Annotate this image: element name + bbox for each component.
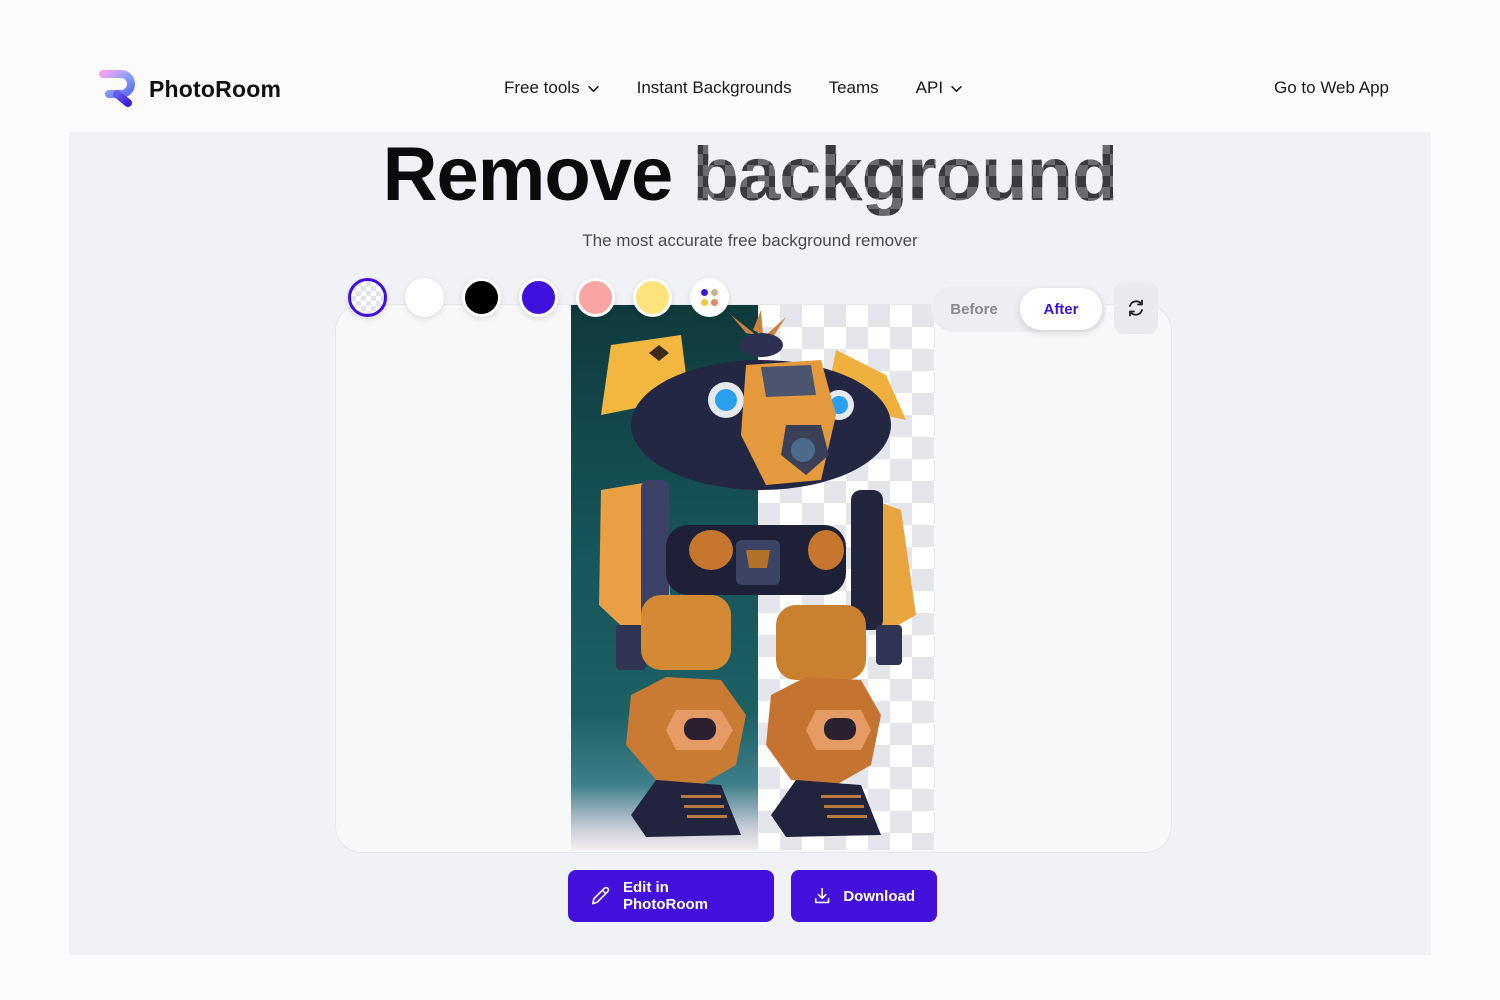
refresh-icon [1129,299,1143,317]
nav-free-tools[interactable]: Free tools [504,78,600,98]
page-title: Remove background [69,132,1431,217]
download-button[interactable]: Download [791,870,937,922]
before-after-toggle: Before After [931,286,1106,332]
nav-instant-backgrounds[interactable]: Instant Backgrounds [637,78,792,98]
color-dot-icon [711,289,718,296]
nav-instant-backgrounds-label: Instant Backgrounds [636,78,792,97]
robot-image [599,310,916,837]
toggle-before[interactable]: Before [931,288,1017,330]
swatch-white[interactable] [405,278,444,317]
chevron-down-icon [587,85,599,92]
toggle-after[interactable]: After [1020,288,1102,330]
main-nav: Free tools Instant Backgrounds Teams API [504,78,963,98]
swatch-transparent[interactable] [348,278,387,317]
swatch-purple[interactable] [519,278,558,317]
title-word-remove: Remove [382,132,674,217]
chevron-down-icon [951,85,962,92]
download-icon [814,887,830,904]
background-color-picker [348,278,729,317]
site-header: PhotoRoom Free tools Instant Backgrounds… [69,45,1431,132]
swatch-yellow[interactable] [633,278,672,317]
page-frame: PhotoRoom Free tools Instant Backgrounds… [69,45,1431,955]
brand-logo[interactable]: PhotoRoom [99,70,281,108]
download-button-label: Download [843,887,915,905]
swatch-black[interactable] [462,278,501,317]
go-to-web-app-link[interactable]: Go to Web App [1274,78,1389,98]
pencil-icon [592,886,610,905]
nav-teams-label: Teams [828,78,879,97]
photoroom-logo-icon [99,70,135,107]
brand-name: PhotoRoom [149,75,282,102]
action-buttons: Edit in PhotoRoom Download [568,870,937,922]
swatch-pink[interactable] [576,278,615,317]
color-dot-icon [701,299,708,306]
color-dot-icon [701,289,708,296]
nav-api-label: API [915,78,944,97]
swatch-more-colors[interactable] [690,278,729,317]
edit-in-photoroom-button[interactable]: Edit in PhotoRoom [568,870,774,922]
title-word-background: background [692,132,1118,217]
nav-free-tools-label: Free tools [504,78,580,97]
nav-api[interactable]: API [916,78,963,98]
page-subtitle: The most accurate free background remove… [582,231,918,250]
result-image [571,305,935,850]
nav-teams[interactable]: Teams [829,78,879,98]
swap-image-button[interactable] [1114,282,1158,334]
edit-button-label: Edit in PhotoRoom [623,879,708,913]
color-dot-icon [711,299,718,306]
